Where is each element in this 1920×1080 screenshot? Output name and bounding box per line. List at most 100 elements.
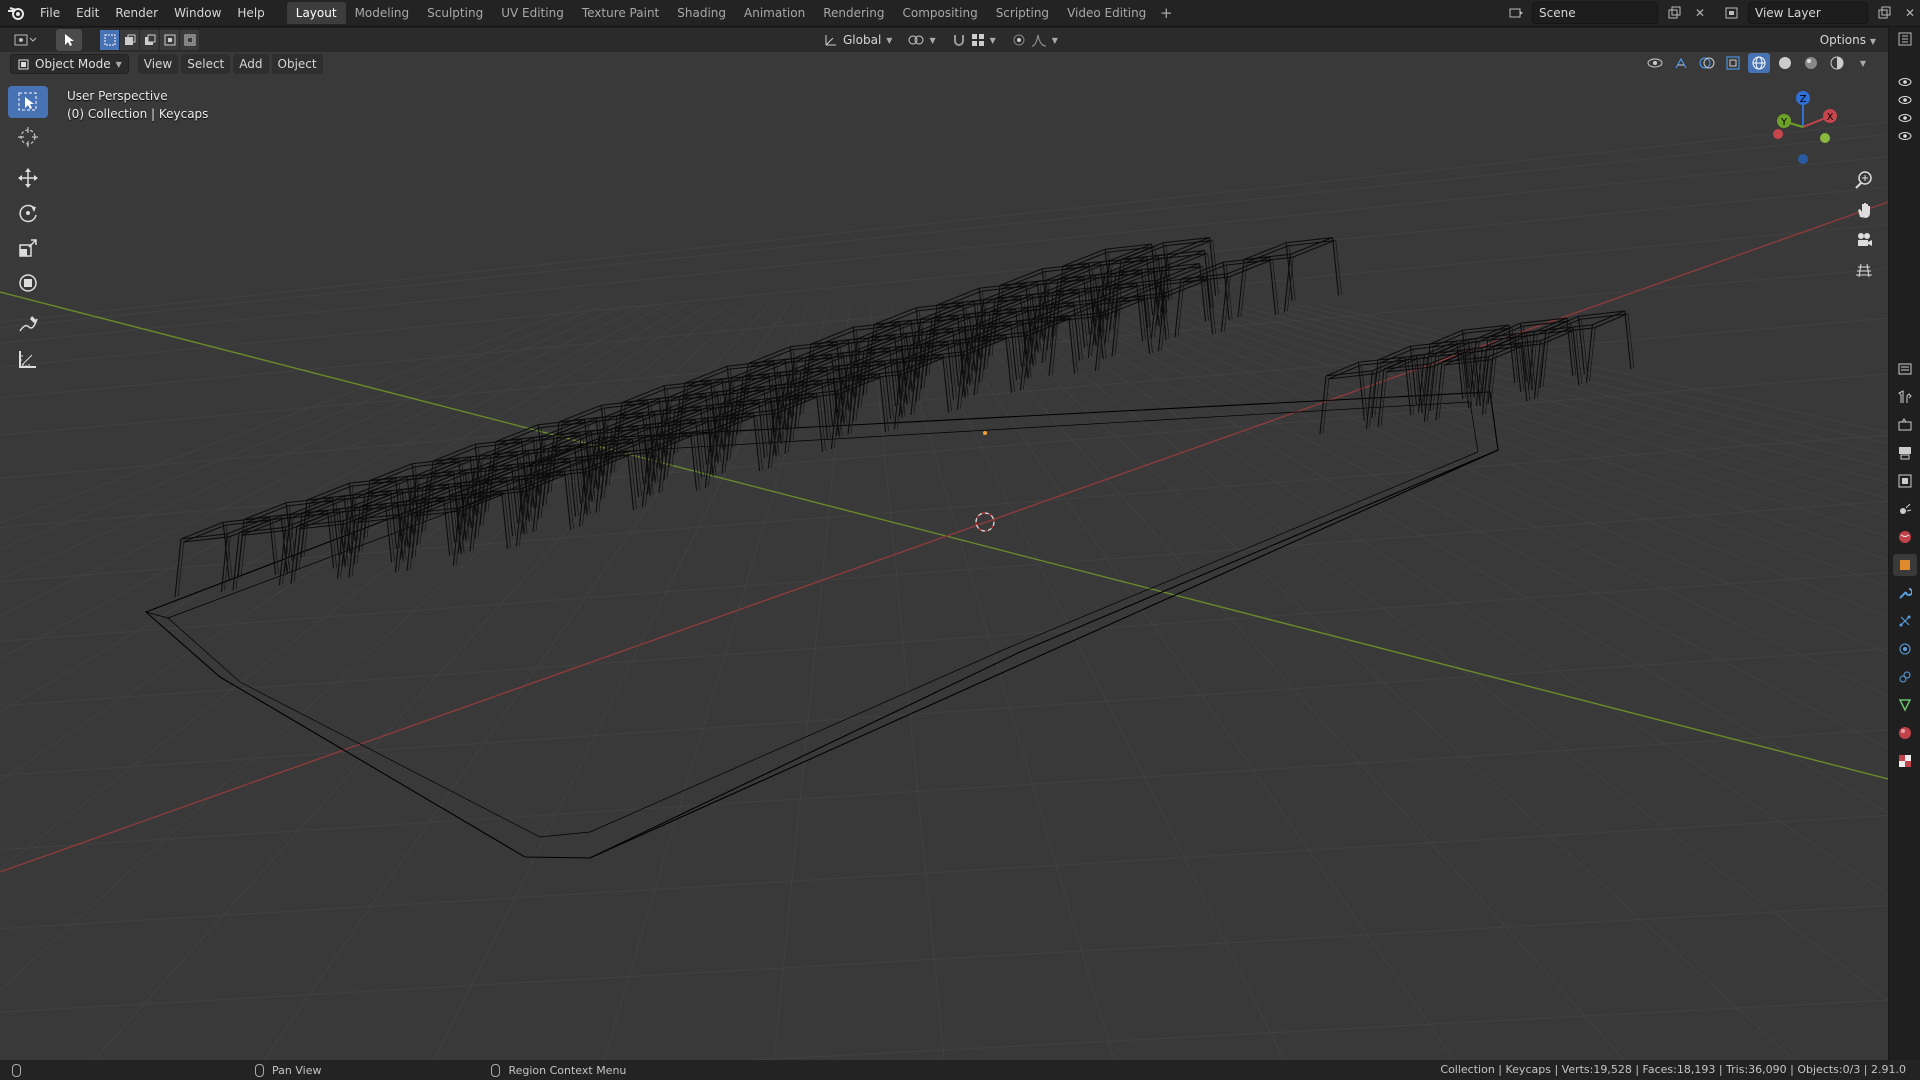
- visibility-eye-icon[interactable]: [1898, 76, 1912, 90]
- select-new-icon[interactable]: [100, 30, 119, 50]
- tab-sculpting[interactable]: Sculpting: [418, 2, 492, 24]
- gizmo-toggle-icon[interactable]: [1670, 53, 1692, 73]
- transform-tool[interactable]: [8, 267, 48, 299]
- menu-file[interactable]: File: [32, 0, 68, 27]
- object-data-icon[interactable]: [1893, 694, 1917, 716]
- keycap-edge: [1438, 363, 1446, 420]
- view-layer-browse-icon[interactable]: [1722, 3, 1742, 23]
- rendered-shading-icon[interactable]: [1826, 53, 1848, 73]
- menu-render[interactable]: Render: [107, 0, 166, 27]
- camera-view-icon[interactable]: [1852, 228, 1876, 252]
- pivot-point-dropdown[interactable]: ▼: [902, 29, 942, 51]
- cursor-tool[interactable]: [8, 121, 48, 153]
- scale-tool[interactable]: [8, 232, 48, 264]
- proportional-edit-dropdown[interactable]: ▼: [1005, 29, 1064, 51]
- overlays-icon[interactable]: [1696, 53, 1718, 73]
- editor-type-icon[interactable]: [8, 29, 44, 51]
- scene-properties-icon[interactable]: [1893, 498, 1917, 520]
- tab-compositing[interactable]: Compositing: [893, 2, 986, 24]
- copy-view-layer-icon[interactable]: [1874, 3, 1894, 23]
- tab-modeling[interactable]: Modeling: [346, 2, 419, 24]
- keycap: [1237, 236, 1342, 318]
- add-workspace-button[interactable]: +: [1155, 2, 1177, 24]
- snap-grid-icon: [971, 34, 984, 46]
- properties-editor-icon[interactable]: [1893, 358, 1917, 380]
- scene-name-field[interactable]: Scene: [1532, 2, 1658, 24]
- keycap-edge: [232, 532, 240, 591]
- grid-line: [910, 304, 1285, 1060]
- particles-icon[interactable]: [1893, 610, 1917, 632]
- material-icon[interactable]: [1893, 722, 1917, 744]
- select-intersect-icon[interactable]: [180, 30, 199, 50]
- rotate-tool[interactable]: [8, 197, 48, 229]
- navigation-gizmo[interactable]: Z X Y: [1758, 82, 1848, 172]
- active-tool-icon[interactable]: [56, 29, 82, 51]
- measure-tool[interactable]: [8, 343, 48, 375]
- select-box-tool[interactable]: [8, 86, 48, 118]
- tab-video-editing[interactable]: Video Editing: [1058, 2, 1155, 24]
- select-extend-icon[interactable]: [120, 30, 139, 50]
- select-invert-icon[interactable]: [160, 30, 179, 50]
- texture-icon[interactable]: [1893, 750, 1917, 772]
- shading-options-chevron-icon[interactable]: ▼: [1852, 53, 1874, 73]
- object-properties-icon[interactable]: [1893, 554, 1917, 576]
- constraints-icon[interactable]: [1893, 666, 1917, 688]
- select-box-icon: [18, 92, 37, 111]
- object-mode-dropdown[interactable]: Object Mode ▼: [10, 54, 129, 74]
- material-preview-icon[interactable]: [1800, 53, 1822, 73]
- wireframe-shading-icon[interactable]: [1748, 53, 1770, 73]
- physics-icon[interactable]: [1893, 638, 1917, 660]
- copy-scene-icon[interactable]: [1664, 3, 1684, 23]
- output-properties-icon[interactable]: [1893, 442, 1917, 464]
- transform-orientation-dropdown[interactable]: Global ▼: [818, 29, 899, 51]
- render-properties-icon[interactable]: [1893, 414, 1917, 436]
- annotate-tool[interactable]: [8, 308, 48, 340]
- tool-properties-icon[interactable]: [1893, 386, 1917, 408]
- xray-toggle-icon[interactable]: [1722, 53, 1744, 73]
- solid-shading-icon[interactable]: [1774, 53, 1796, 73]
- gizmo-neg-y-handle[interactable]: [1820, 133, 1830, 143]
- options-dropdown[interactable]: Options ▼: [1813, 29, 1882, 51]
- visibility-eye-icon[interactable]: [1898, 94, 1912, 108]
- world-properties-icon[interactable]: [1893, 526, 1917, 548]
- add-menu[interactable]: Add: [233, 54, 269, 74]
- menu-edit[interactable]: Edit: [68, 0, 107, 27]
- measure-ruler-icon: [19, 351, 36, 368]
- close-view-layer-icon[interactable]: ✕: [1900, 3, 1920, 23]
- visibility-eye-icon[interactable]: [1644, 53, 1666, 73]
- ortho-grid-icon[interactable]: [1852, 258, 1876, 282]
- visibility-eye-icon[interactable]: [1898, 130, 1912, 144]
- tab-shading[interactable]: Shading: [668, 2, 735, 24]
- blender-logo-icon[interactable]: [0, 0, 32, 27]
- move-tool[interactable]: [8, 162, 48, 194]
- scene-selector-area: Scene ✕ View Layer ✕: [1506, 2, 1920, 24]
- tab-rendering[interactable]: Rendering: [814, 2, 893, 24]
- view-layer-properties-icon[interactable]: [1893, 470, 1917, 492]
- tab-layout[interactable]: Layout: [286, 2, 346, 24]
- menu-help[interactable]: Help: [229, 0, 272, 27]
- visibility-eye-icon[interactable]: [1898, 112, 1912, 126]
- scene-browse-icon[interactable]: [1506, 3, 1526, 23]
- select-subtract-icon[interactable]: [140, 30, 159, 50]
- menu-window[interactable]: Window: [166, 0, 229, 27]
- outliner-editor-icon[interactable]: [1893, 28, 1917, 50]
- tab-texture-paint[interactable]: Texture Paint: [573, 2, 668, 24]
- view-layer-field[interactable]: View Layer: [1748, 2, 1868, 24]
- tab-uv-editing[interactable]: UV Editing: [492, 2, 573, 24]
- select-menu[interactable]: Select: [181, 54, 231, 74]
- pan-hand-icon[interactable]: [1852, 198, 1876, 222]
- modifier-wrench-icon[interactable]: [1893, 582, 1917, 604]
- object-menu[interactable]: Object: [271, 54, 323, 74]
- 3d-viewport[interactable]: Object Mode ▼ View Select Add Object ▼ U…: [0, 52, 1888, 1060]
- tab-animation[interactable]: Animation: [735, 2, 814, 24]
- viewport-canvas[interactable]: [0, 52, 1888, 1060]
- grid-line: [0, 304, 626, 580]
- snap-dropdown[interactable]: ▼: [945, 29, 1002, 51]
- gizmo-neg-x-handle[interactable]: [1773, 129, 1783, 139]
- tab-scripting[interactable]: Scripting: [987, 2, 1058, 24]
- outliner-visibility-column: [1889, 76, 1920, 144]
- gizmo-neg-z-handle[interactable]: [1798, 154, 1808, 164]
- view-menu[interactable]: View: [137, 54, 179, 74]
- close-scene-icon[interactable]: ✕: [1690, 3, 1710, 23]
- zoom-magnifier-icon[interactable]: [1852, 168, 1876, 192]
